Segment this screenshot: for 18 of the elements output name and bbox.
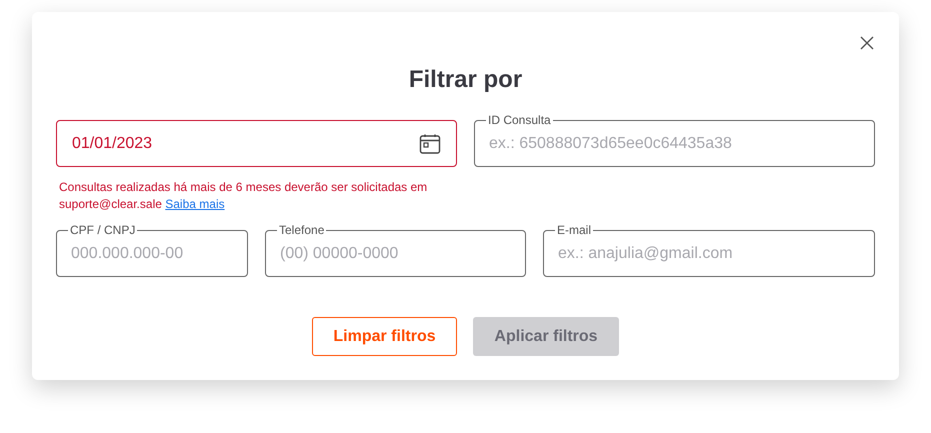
field-label: ID Consulta [488,113,551,127]
date-field[interactable]: 01/01/2023 [56,120,457,167]
text-input[interactable]: ex.: anajulia@gmail.com [558,237,860,263]
calendar-icon[interactable] [419,132,441,154]
close-icon[interactable] [860,36,874,50]
input-field[interactable]: CPF / CNPJ 000.000.000-00 [56,223,248,277]
field-label: Telefone [279,223,324,237]
input-field[interactable]: ID Consulta ex.: 650888073d65ee0c64435a38 [474,113,875,167]
text-input[interactable]: 000.000.000-00 [71,237,233,263]
field-label: CPF / CNPJ [70,223,136,237]
dialog-title: Filtrar por [408,66,524,95]
input-field[interactable]: E-mail ex.: anajulia@gmail.com [543,223,875,277]
text-input[interactable]: ex.: 650888073d65ee0c64435a38 [489,127,860,153]
field-label: E-mail [557,223,592,237]
input-field[interactable]: Telefone (00) 00000-0000 [265,223,526,277]
learn-more-link[interactable]: Saiba mais [165,197,225,211]
text-input[interactable]: (00) 00000-0000 [280,237,511,263]
error-message: Consultas realizadas há mais de 6 meses deverão ser solicitadas em suporte@clear.sale Saiba mais [59,179,428,213]
